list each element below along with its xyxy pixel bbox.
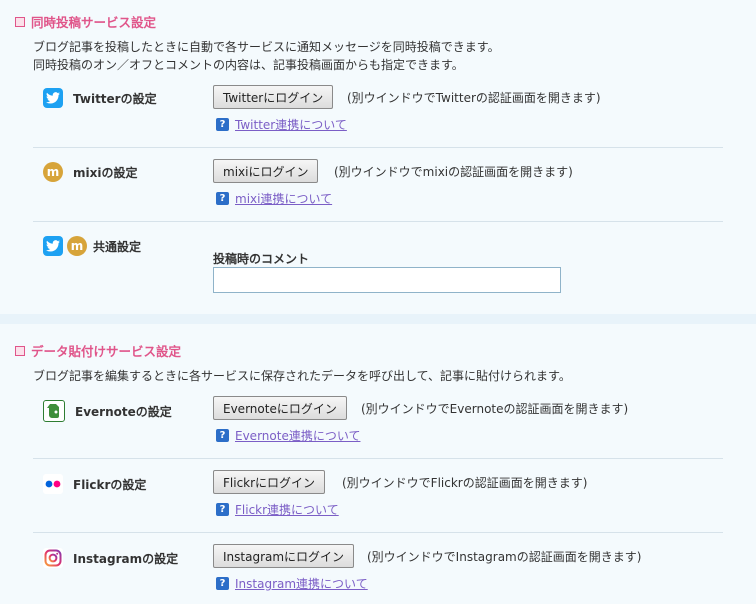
mixi-login-note: (別ウインドウでmixiの認証画面を開きます) [334,165,573,179]
simultaneous-post-section: 同時投稿サービス設定 ブログ記事を投稿したときに自動で各サービスに通知メッセージ… [0,0,756,314]
section-description: ブログ記事を投稿したときに自動で各サービスに通知メッセージを同時投稿できます。 … [33,38,500,74]
section-divider [0,314,756,324]
twitter-label: Twitterの設定 [43,88,157,108]
section-title: 同時投稿サービス設定 [15,12,156,31]
instagram-camera-icon [43,548,63,568]
help-icon: ? [216,503,229,516]
flickr-help: ? Flickr連携について [216,501,339,518]
description-line: ブログ記事を投稿したときに自動で各サービスに通知メッセージを同時投稿できます。 [33,40,500,54]
twitter-settings-row: Twitterの設定 Twitterにログイン (別ウインドウでTwitterの… [33,76,723,148]
mixi-login-button[interactable]: mixiにログイン [213,159,319,183]
instagram-label: Instagramの設定 [43,548,178,568]
flickr-login-button[interactable]: Flickrにログイン [213,470,326,494]
square-bullet-icon [15,345,25,356]
square-bullet-icon [15,16,25,27]
mixi-icon: m [43,162,63,182]
instagram-help-link[interactable]: Instagram連携について [235,575,368,592]
twitter-login-button[interactable]: Twitterにログイン [213,85,334,109]
common-settings-label: 共通設定 [93,239,142,254]
mixi-settings-label: mixiの設定 [73,165,138,180]
mixi-help-link[interactable]: mixi連携について [235,190,332,207]
instagram-settings-label: Instagramの設定 [73,551,179,566]
flickr-dots-icon [43,474,63,494]
help-icon: ? [216,577,229,590]
mixi-settings-row: m mixiの設定 mixiにログイン (別ウインドウでmixiの認証画面を開き… [33,148,723,222]
twitter-settings-label: Twitterの設定 [73,91,157,106]
comment-input[interactable] [213,267,561,293]
evernote-settings-label: Evernoteの設定 [75,404,172,419]
help-icon: ? [216,118,229,131]
evernote-label: Evernoteの設定 [43,400,172,422]
mixi-label: m mixiの設定 [43,162,137,182]
evernote-help-link[interactable]: Evernote連携について [235,427,360,444]
section-title: データ貼付けサービス設定 [15,341,181,360]
instagram-help: ? Instagram連携について [216,575,368,592]
flickr-login-note: (別ウインドウでFlickrの認証画面を開きます) [342,476,588,490]
instagram-login-button[interactable]: Instagramにログイン [213,544,355,568]
twitter-help: ? Twitter連携について [216,116,347,133]
instagram-settings-row: Instagramの設定 Instagramにログイン (別ウインドウでInst… [33,533,723,603]
section-description: ブログ記事を編集するときに各サービスに保存されたデータを呼び出して、記事に貼付け… [33,369,571,383]
twitter-help-link[interactable]: Twitter連携について [235,116,347,133]
comment-label: 投稿時のコメント [213,252,310,266]
evernote-help: ? Evernote連携について [216,427,360,444]
mixi-help: ? mixi連携について [216,190,332,207]
common-settings-row: m 共通設定 投稿時のコメント [33,222,723,312]
section-title-text: データ貼付けサービス設定 [31,344,182,359]
data-paste-section: データ貼付けサービス設定 ブログ記事を編集するときに各サービスに保存されたデータ… [0,324,756,604]
twitter-bird-icon [43,236,63,256]
instagram-login-note: (別ウインドウでInstagramの認証画面を開きます) [367,550,642,564]
description-line: 同時投稿のオン／オフとコメントの内容は、記事投稿画面からも指定できます。 [33,58,464,72]
flickr-settings-label: Flickrの設定 [73,477,147,492]
evernote-login-button[interactable]: Evernoteにログイン [213,396,347,420]
help-icon: ? [216,192,229,205]
mixi-icon: m [67,236,87,256]
flickr-help-link[interactable]: Flickr連携について [235,501,339,518]
evernote-elephant-icon [43,400,65,422]
evernote-settings-row: Evernoteの設定 Evernoteにログイン (別ウインドウでEverno… [33,386,723,459]
twitter-bird-icon [43,88,63,108]
twitter-login-note: (別ウインドウでTwitterの認証画面を開きます) [347,91,601,105]
help-icon: ? [216,429,229,442]
evernote-login-note: (別ウインドウでEvernoteの認証画面を開きます) [361,402,629,416]
flickr-settings-row: Flickrの設定 Flickrにログイン (別ウインドウでFlickrの認証画… [33,459,723,533]
flickr-label: Flickrの設定 [43,474,146,494]
section-title-text: 同時投稿サービス設定 [31,15,157,30]
common-label: m 共通設定 [43,236,141,256]
